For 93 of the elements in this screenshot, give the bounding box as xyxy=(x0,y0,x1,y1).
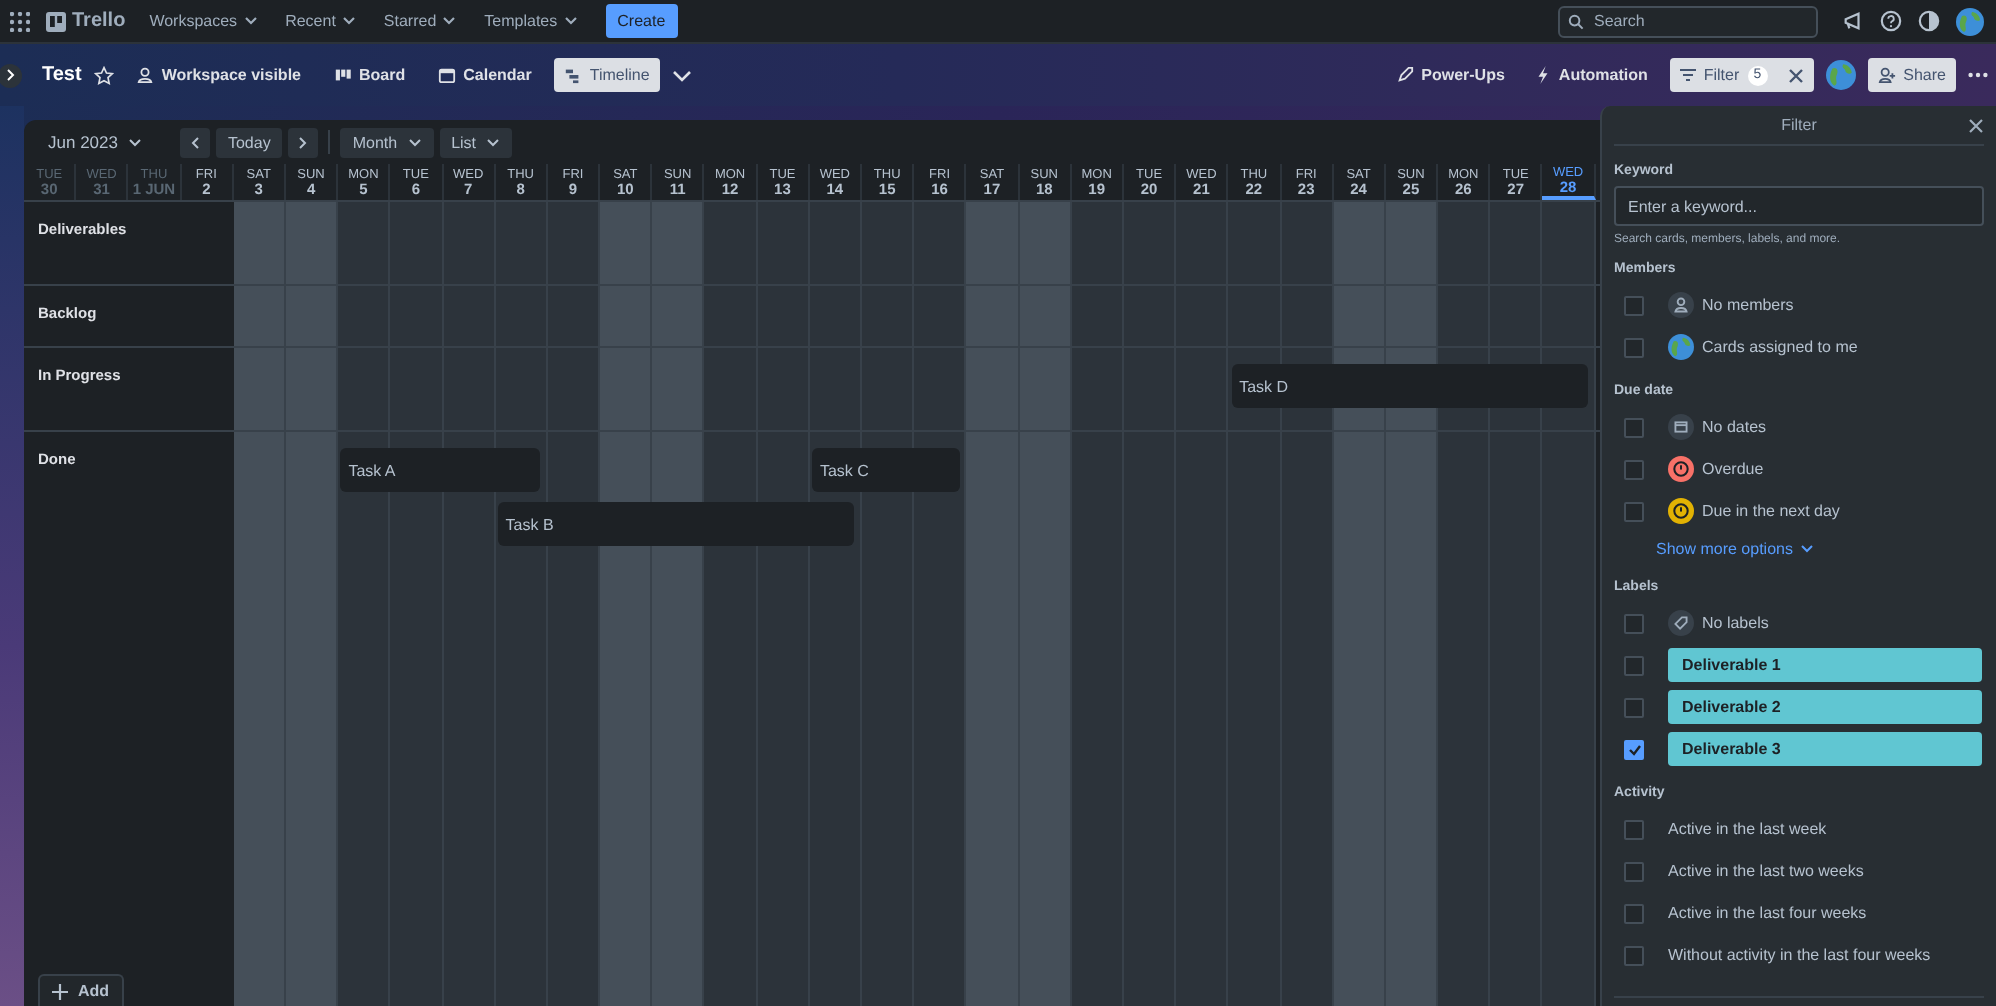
avatar-icon[interactable] xyxy=(1825,60,1856,90)
option-label: Active in the last two weeks xyxy=(1668,862,1864,880)
chevron-left-icon xyxy=(189,135,200,149)
add-person-icon xyxy=(1877,66,1896,84)
checkbox[interactable] xyxy=(1624,945,1644,965)
app-logo[interactable]: Trello xyxy=(72,10,126,32)
view-tab[interactable]: Board xyxy=(323,58,416,92)
chevron-down-icon xyxy=(243,16,258,26)
checkbox[interactable] xyxy=(1624,861,1644,881)
chevron-right-icon xyxy=(298,135,309,149)
nav-menu[interactable]: Starred xyxy=(383,12,457,30)
option-label: No members xyxy=(1702,296,1794,314)
next-button[interactable] xyxy=(288,127,319,157)
task-bar[interactable]: Task D xyxy=(1231,364,1588,408)
checkbox[interactable] xyxy=(1624,459,1644,479)
checkbox[interactable] xyxy=(1624,295,1644,315)
previous-button[interactable] xyxy=(179,127,210,157)
checkbox[interactable] xyxy=(1624,697,1644,717)
label-chip[interactable]: Deliverable 3 xyxy=(1668,732,1982,766)
nav-menu[interactable]: Templates xyxy=(484,12,578,30)
checkbox[interactable] xyxy=(1624,613,1644,633)
clear-filter-icon[interactable] xyxy=(1787,67,1804,83)
chevron-down-icon xyxy=(1800,543,1815,553)
group-dropdown[interactable]: List xyxy=(439,127,513,157)
chevron-down-icon xyxy=(486,137,501,147)
megaphone-icon[interactable] xyxy=(1842,10,1864,32)
nav-menu[interactable]: Workspaces xyxy=(149,12,258,30)
show-more-link[interactable]: Show more options xyxy=(1656,532,1815,564)
help-icon[interactable] xyxy=(1880,10,1902,32)
month-picker[interactable]: Jun 2023 xyxy=(36,127,154,157)
tag-icon xyxy=(1668,610,1694,636)
star-icon[interactable] xyxy=(93,65,114,85)
board-title[interactable]: Test xyxy=(42,64,82,86)
chevron-down-icon xyxy=(442,16,457,26)
filter-label: Filter xyxy=(1703,66,1740,84)
option-label: Overdue xyxy=(1702,460,1764,478)
option-label: Cards assigned to me xyxy=(1702,338,1858,356)
power-ups-button[interactable]: Power-Ups xyxy=(1385,58,1515,92)
search-field[interactable]: Search xyxy=(1558,5,1818,37)
sidebar-expand-button[interactable] xyxy=(0,63,22,87)
timeline-icon xyxy=(563,66,582,84)
checkbox[interactable] xyxy=(1624,739,1644,759)
filter-icon xyxy=(1679,68,1696,82)
keyword-field[interactable]: Enter a keyword... xyxy=(1614,186,1984,226)
option-label: Active in the last four weeks xyxy=(1668,904,1867,922)
view-tab[interactable]: Timeline xyxy=(553,58,660,92)
checkbox[interactable] xyxy=(1624,337,1644,357)
chevron-down-icon xyxy=(563,16,578,26)
check-icon xyxy=(1627,743,1641,755)
people-icon xyxy=(135,66,154,84)
chevron-down-icon xyxy=(127,137,142,147)
label-chip[interactable]: Deliverable 2 xyxy=(1668,690,1982,724)
apps-grid-icon[interactable] xyxy=(10,11,30,31)
panel-title: Filter xyxy=(1781,116,1817,134)
task-bar[interactable]: Task B xyxy=(497,502,855,546)
label-chip[interactable]: Deliverable 1 xyxy=(1668,648,1982,682)
view-tab[interactable]: Calendar xyxy=(427,58,542,92)
add-button[interactable]: Add xyxy=(38,974,124,1006)
board-icon xyxy=(333,66,351,84)
logo-icon xyxy=(46,11,66,31)
bolt-icon xyxy=(1536,66,1551,84)
option-label: Due in the next day xyxy=(1702,502,1840,520)
nav-menu[interactable]: Recent xyxy=(285,12,356,30)
theme-icon[interactable] xyxy=(1918,10,1940,32)
checkbox[interactable] xyxy=(1624,501,1644,521)
calendar-icon xyxy=(437,66,456,84)
close-icon[interactable] xyxy=(1968,118,1984,134)
more-icon[interactable] xyxy=(1968,72,1988,78)
avatar-icon[interactable] xyxy=(1956,7,1984,35)
checkbox[interactable] xyxy=(1624,903,1644,923)
chevron-down-icon xyxy=(407,137,422,147)
chevron-down-icon xyxy=(341,16,356,26)
visibility-button[interactable]: Workspace visible xyxy=(125,58,311,92)
calendar-icon xyxy=(1668,414,1694,440)
zoom-dropdown[interactable]: Month xyxy=(340,127,434,157)
checkbox[interactable] xyxy=(1624,417,1644,437)
plus-icon xyxy=(52,983,68,999)
option-label: No labels xyxy=(1702,614,1769,632)
person-icon xyxy=(1668,292,1694,318)
automation-button[interactable]: Automation xyxy=(1526,58,1658,92)
option-label: No dates xyxy=(1702,418,1767,436)
create-button[interactable]: Create xyxy=(605,4,678,38)
checkbox[interactable] xyxy=(1624,819,1644,839)
today-button[interactable]: Today xyxy=(215,127,283,157)
checkbox[interactable] xyxy=(1624,655,1644,675)
task-bar[interactable]: Task C xyxy=(811,448,960,492)
avatar-icon xyxy=(1668,334,1694,360)
option-label: Active in the last week xyxy=(1668,820,1827,838)
share-button[interactable]: Share xyxy=(1867,58,1956,92)
task-bar[interactable]: Task A xyxy=(340,448,540,492)
chevron-right-icon xyxy=(5,68,15,82)
chevron-down-icon[interactable] xyxy=(671,69,692,81)
option-label: Without activity in the last four weeks xyxy=(1668,946,1931,964)
